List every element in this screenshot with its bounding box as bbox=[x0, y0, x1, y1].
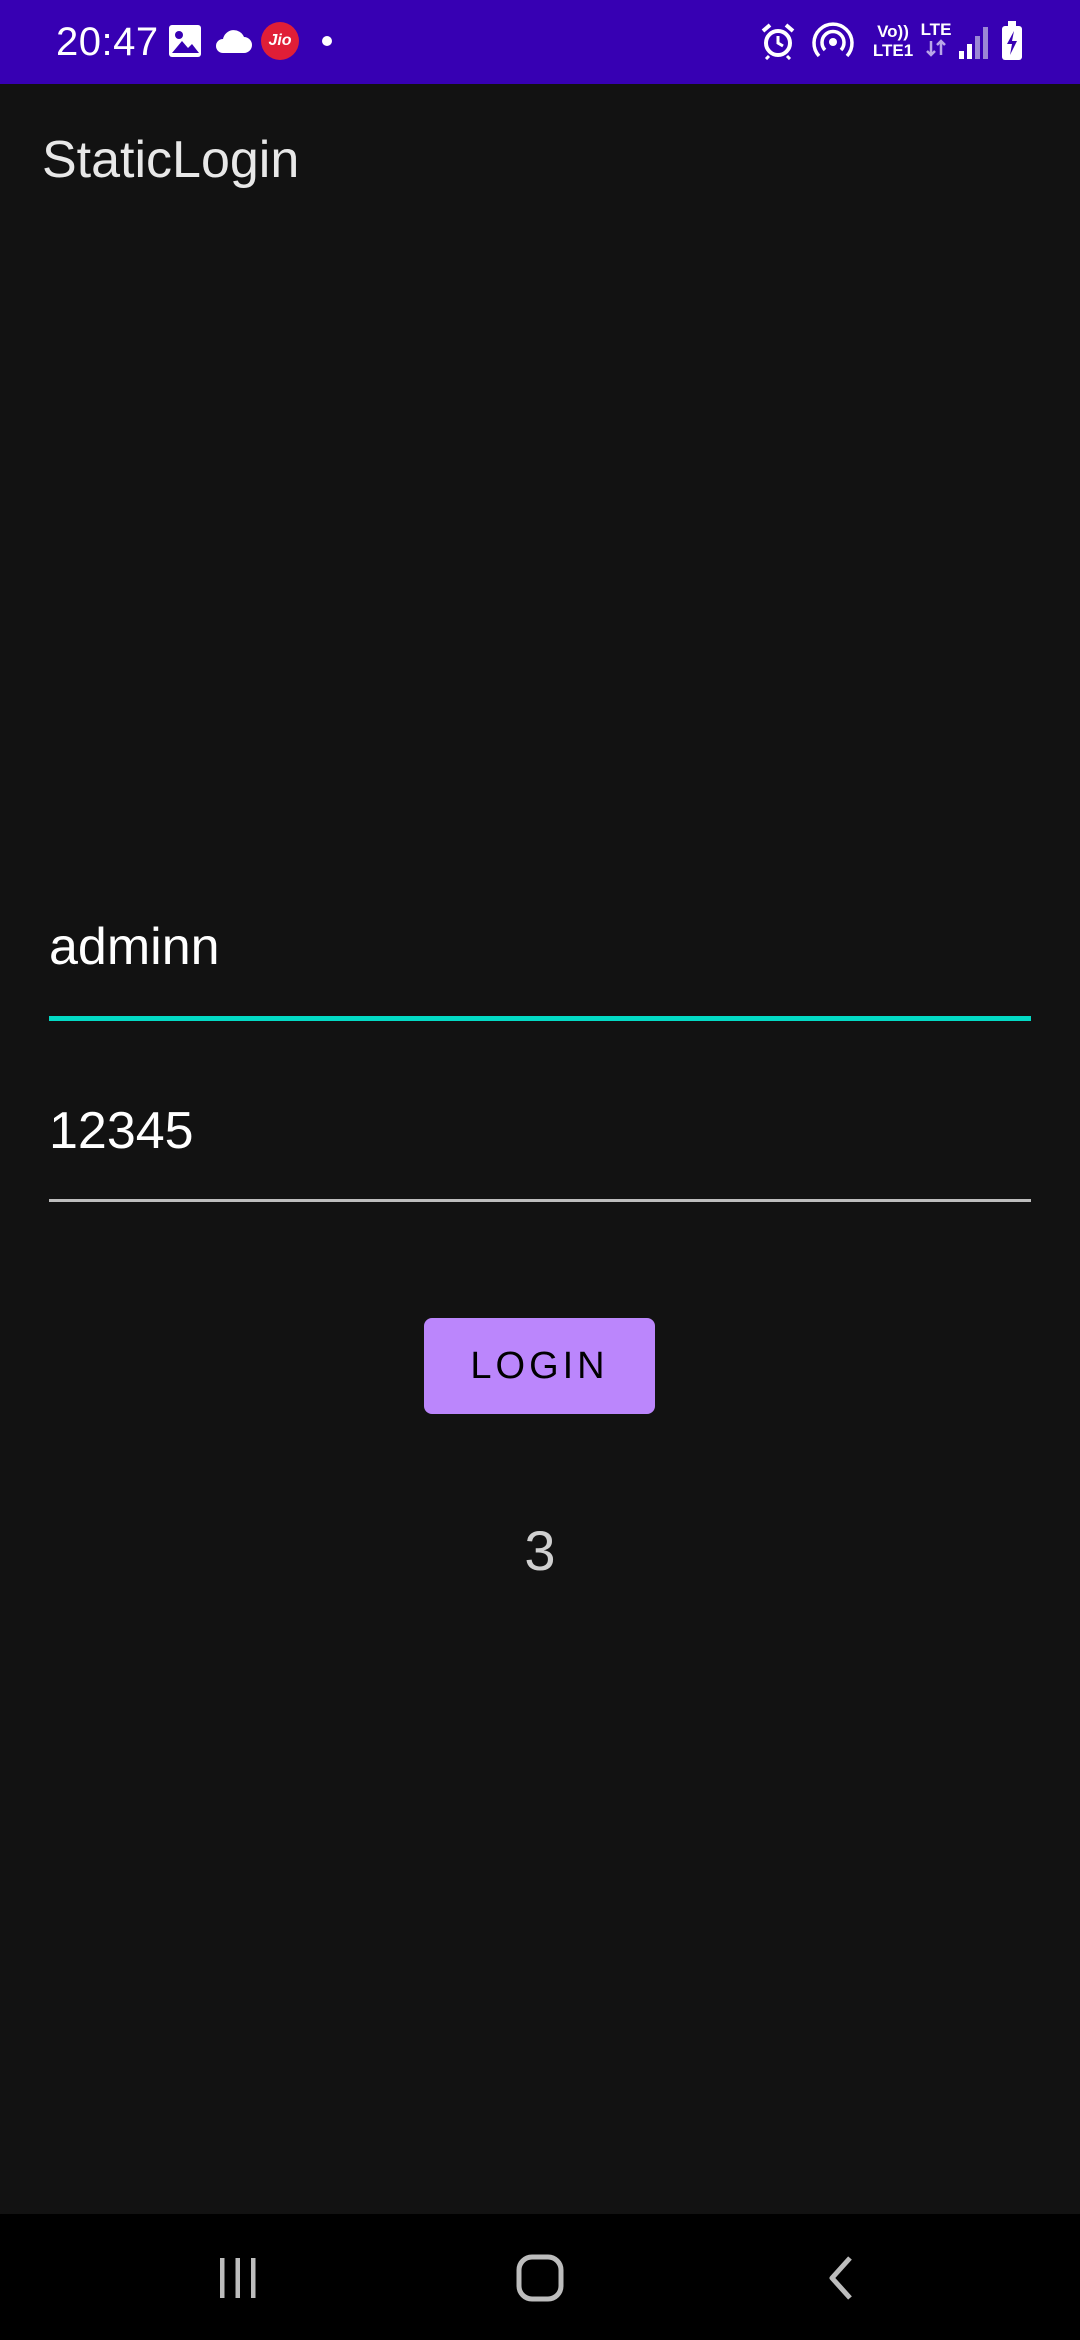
password-field[interactable]: 12345 bbox=[49, 1096, 1031, 1206]
image-icon bbox=[169, 25, 201, 57]
recents-icon bbox=[220, 2258, 256, 2298]
cloud-icon bbox=[216, 30, 252, 53]
attempts-counter: 3 bbox=[524, 1519, 556, 1582]
alarm-icon bbox=[761, 23, 795, 60]
signal-icon bbox=[959, 27, 988, 59]
username-value: adminn bbox=[49, 918, 220, 976]
jio-icon: Jio bbox=[261, 22, 299, 60]
login-button[interactable]: LOGIN bbox=[424, 1318, 655, 1414]
dot-icon bbox=[322, 36, 332, 46]
navigation-bar bbox=[0, 2214, 1080, 2340]
home-button[interactable] bbox=[440, 2214, 640, 2340]
lte-icon: LTE bbox=[918, 20, 954, 62]
password-value: 12345 bbox=[49, 1102, 194, 1160]
jio-label: Jio bbox=[268, 32, 292, 49]
volte-icon: Vo)) LTE1 bbox=[870, 22, 916, 60]
lte-label: LTE bbox=[920, 20, 952, 39]
username-underline-focused bbox=[49, 1016, 1031, 1021]
status-bar: 20:47 Jio Vo)) LTE1 LTE bbox=[0, 0, 1080, 84]
volte-line1: Vo)) bbox=[877, 22, 909, 41]
username-field[interactable]: adminn bbox=[49, 912, 1031, 1024]
home-icon bbox=[516, 2254, 564, 2302]
status-time: 20:47 bbox=[56, 20, 159, 64]
volte-line2: LTE1 bbox=[872, 41, 914, 60]
back-button[interactable] bbox=[742, 2214, 942, 2340]
recents-button[interactable] bbox=[138, 2214, 338, 2340]
battery-icon bbox=[1002, 21, 1022, 60]
back-icon bbox=[829, 2256, 852, 2300]
password-underline bbox=[49, 1199, 1031, 1202]
hotspot-icon bbox=[812, 22, 854, 58]
data-arrows-icon bbox=[926, 39, 946, 57]
app-title: StaticLogin bbox=[42, 131, 300, 189]
